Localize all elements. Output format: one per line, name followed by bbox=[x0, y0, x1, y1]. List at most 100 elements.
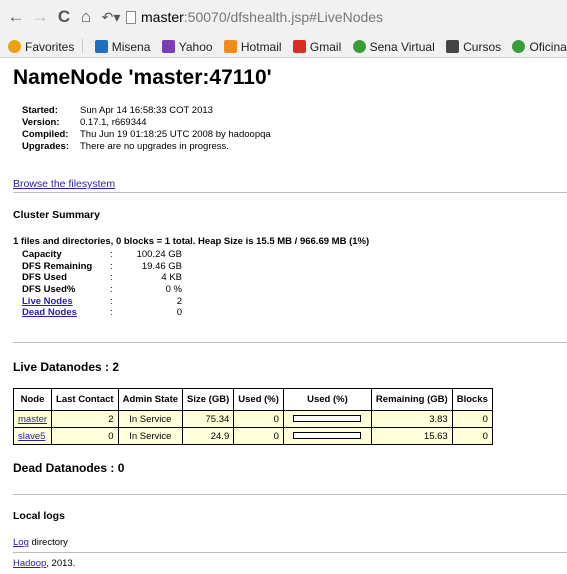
stat-value: 0 % bbox=[165, 284, 182, 296]
forward-arrow-icon[interactable]: → bbox=[30, 6, 50, 28]
footer-text: , 2013. bbox=[46, 558, 76, 569]
column-header[interactable]: Used (%) bbox=[233, 388, 284, 411]
stat-row: Capacity: 100.24 GB bbox=[22, 249, 182, 261]
namenode-info: Started: Sun Apr 14 16:58:33 COT 2013 Ver… bbox=[22, 105, 271, 153]
remaining-cell: 3.83 bbox=[370, 410, 453, 428]
divider bbox=[13, 342, 567, 343]
used-pct-cell: 0 bbox=[233, 410, 284, 428]
back-arrow-icon[interactable]: ← bbox=[6, 6, 26, 28]
column-header[interactable]: Size (GB) bbox=[182, 388, 235, 411]
info-value: There are no upgrades in progress. bbox=[80, 141, 229, 152]
used-progress-bar bbox=[293, 415, 362, 423]
last-contact-cell: 2 bbox=[51, 410, 119, 428]
sena-icon bbox=[512, 40, 526, 53]
log-directory-text: directory bbox=[28, 537, 68, 548]
log-directory-line: Log directory bbox=[13, 537, 68, 548]
dead-datanodes-heading: Dead Datanodes : 0 bbox=[13, 461, 125, 475]
last-contact-cell: 0 bbox=[51, 427, 119, 445]
misena-icon bbox=[94, 40, 108, 53]
table-row: slave5 0 In Service 24.9 0 15.63 0 bbox=[12, 427, 493, 445]
cluster-summary-heading: Cluster Summary bbox=[13, 209, 100, 221]
divider bbox=[13, 494, 567, 495]
info-key: Started: bbox=[22, 105, 58, 116]
stat-value: 2 bbox=[176, 295, 182, 307]
page-title: NameNode 'master:47110' bbox=[13, 66, 272, 89]
bookmark-sena-virtual[interactable]: Sena Virtual bbox=[352, 36, 435, 58]
blocks-cell: 0 bbox=[451, 427, 493, 445]
browse-filesystem-link[interactable]: Browse the filesystem bbox=[13, 178, 115, 190]
size-cell: 24.9 bbox=[182, 427, 235, 445]
reload-icon[interactable]: C bbox=[54, 6, 74, 28]
info-row: Compiled: Thu Jun 19 01:18:25 UTC 2008 by… bbox=[22, 129, 271, 141]
gmail-icon bbox=[292, 40, 306, 53]
column-header[interactable]: Node bbox=[12, 388, 53, 411]
info-row: Version: 0.17.1, r669344 bbox=[22, 117, 271, 129]
size-cell: 75.34 bbox=[182, 410, 235, 428]
stat-row: DFS Remaining: 19.46 GB bbox=[22, 261, 182, 273]
browser-toolbar: ← → C ⌂ ↶▾ master:50070/dfshealth.jsp#Li… bbox=[0, 0, 567, 58]
stat-value: 100.24 GB bbox=[136, 249, 182, 260]
dead-nodes-link[interactable]: Dead Nodes bbox=[22, 307, 110, 319]
bookmark-misena[interactable]: Misena bbox=[94, 36, 150, 58]
info-key: Compiled: bbox=[22, 129, 69, 140]
live-nodes-link[interactable]: Live Nodes bbox=[22, 296, 110, 308]
address-host: master bbox=[141, 9, 184, 25]
home-icon[interactable]: ⌂ bbox=[76, 6, 96, 28]
admin-state-cell: In Service bbox=[117, 427, 184, 445]
stat-key: DFS Remaining bbox=[22, 260, 93, 272]
cursos-icon bbox=[446, 40, 460, 53]
stat-colon: : bbox=[110, 249, 113, 260]
history-icon[interactable]: ↶▾ bbox=[98, 6, 124, 28]
info-row: Upgrades: There are no upgrades in progre… bbox=[22, 141, 271, 153]
bookmark-cursos[interactable]: Cursos bbox=[446, 36, 501, 58]
star-icon bbox=[8, 40, 21, 53]
page-icon bbox=[126, 11, 136, 24]
column-header[interactable]: Used (%) bbox=[282, 388, 372, 411]
column-header[interactable]: Blocks bbox=[451, 388, 493, 411]
remaining-cell: 15.63 bbox=[370, 427, 453, 445]
node-link-slave5[interactable]: slave5 bbox=[18, 431, 45, 442]
bookmark-hotmail[interactable]: Hotmail bbox=[223, 36, 282, 58]
info-key: Upgrades: bbox=[22, 141, 69, 152]
used-pct-cell: 0 bbox=[233, 427, 284, 445]
log-link[interactable]: Log bbox=[13, 537, 29, 548]
hadoop-link[interactable]: Hadoop bbox=[13, 558, 46, 569]
info-value: Sun Apr 14 16:58:33 COT 2013 bbox=[80, 105, 213, 116]
address-bar[interactable]: master:50070/dfshealth.jsp#LiveNodes bbox=[126, 7, 567, 28]
sena-icon bbox=[352, 40, 366, 53]
bookmark-favorites[interactable]: Favorites bbox=[8, 36, 74, 58]
node-link-master[interactable]: master bbox=[18, 414, 47, 425]
stat-row: DFS Used%: 0 % bbox=[22, 284, 182, 296]
used-bar-cell bbox=[282, 410, 372, 428]
info-row: Started: Sun Apr 14 16:58:33 COT 2013 bbox=[22, 105, 271, 117]
page-content: NameNode 'master:47110' Started: Sun Apr … bbox=[0, 58, 567, 574]
info-value: 0.17.1, r669344 bbox=[80, 117, 147, 128]
used-progress-bar bbox=[293, 432, 362, 440]
info-value: Thu Jun 19 01:18:25 UTC 2008 by hadoopqa bbox=[80, 129, 271, 140]
used-bar-cell bbox=[282, 427, 372, 445]
column-header[interactable]: Remaining (GB) bbox=[370, 388, 453, 411]
stat-row: Live Nodes: 2 bbox=[22, 296, 182, 308]
live-datanodes-heading: Live Datanodes : 2 bbox=[13, 360, 120, 374]
column-header[interactable]: Admin State bbox=[117, 388, 184, 411]
footer: Hadoop, 2013. bbox=[13, 558, 75, 569]
bookmark-separator bbox=[82, 39, 84, 53]
stat-value: 4 KB bbox=[161, 272, 182, 284]
summary-line: 1 files and directories, 0 blocks = 1 to… bbox=[13, 236, 370, 247]
bookmark-gmail[interactable]: Gmail bbox=[292, 36, 341, 58]
blocks-cell: 0 bbox=[451, 410, 493, 428]
stat-colon: : bbox=[110, 295, 113, 307]
hotmail-icon bbox=[223, 40, 237, 53]
bookmark-yahoo[interactable]: Yahoo bbox=[161, 36, 213, 58]
column-header[interactable]: Last Contact bbox=[51, 388, 119, 411]
table-row: master 2 In Service 75.34 0 3.83 0 bbox=[12, 410, 493, 428]
bookmark-oficina[interactable]: Oficina bbox=[512, 36, 567, 58]
stat-key: DFS Used bbox=[22, 272, 67, 284]
admin-state-cell: In Service bbox=[117, 410, 184, 428]
cluster-stats: Capacity: 100.24 GB DFS Remaining: 19.46 G… bbox=[22, 249, 182, 319]
table-header-row: Node Last Contact Admin State Size (GB) … bbox=[12, 388, 493, 411]
stat-colon: : bbox=[110, 272, 113, 284]
stat-value: 0 bbox=[176, 307, 182, 319]
stat-value: 19.46 GB bbox=[141, 260, 182, 272]
navigation-bar: ← → C ⌂ ↶▾ master:50070/dfshealth.jsp#Li… bbox=[0, 0, 567, 34]
